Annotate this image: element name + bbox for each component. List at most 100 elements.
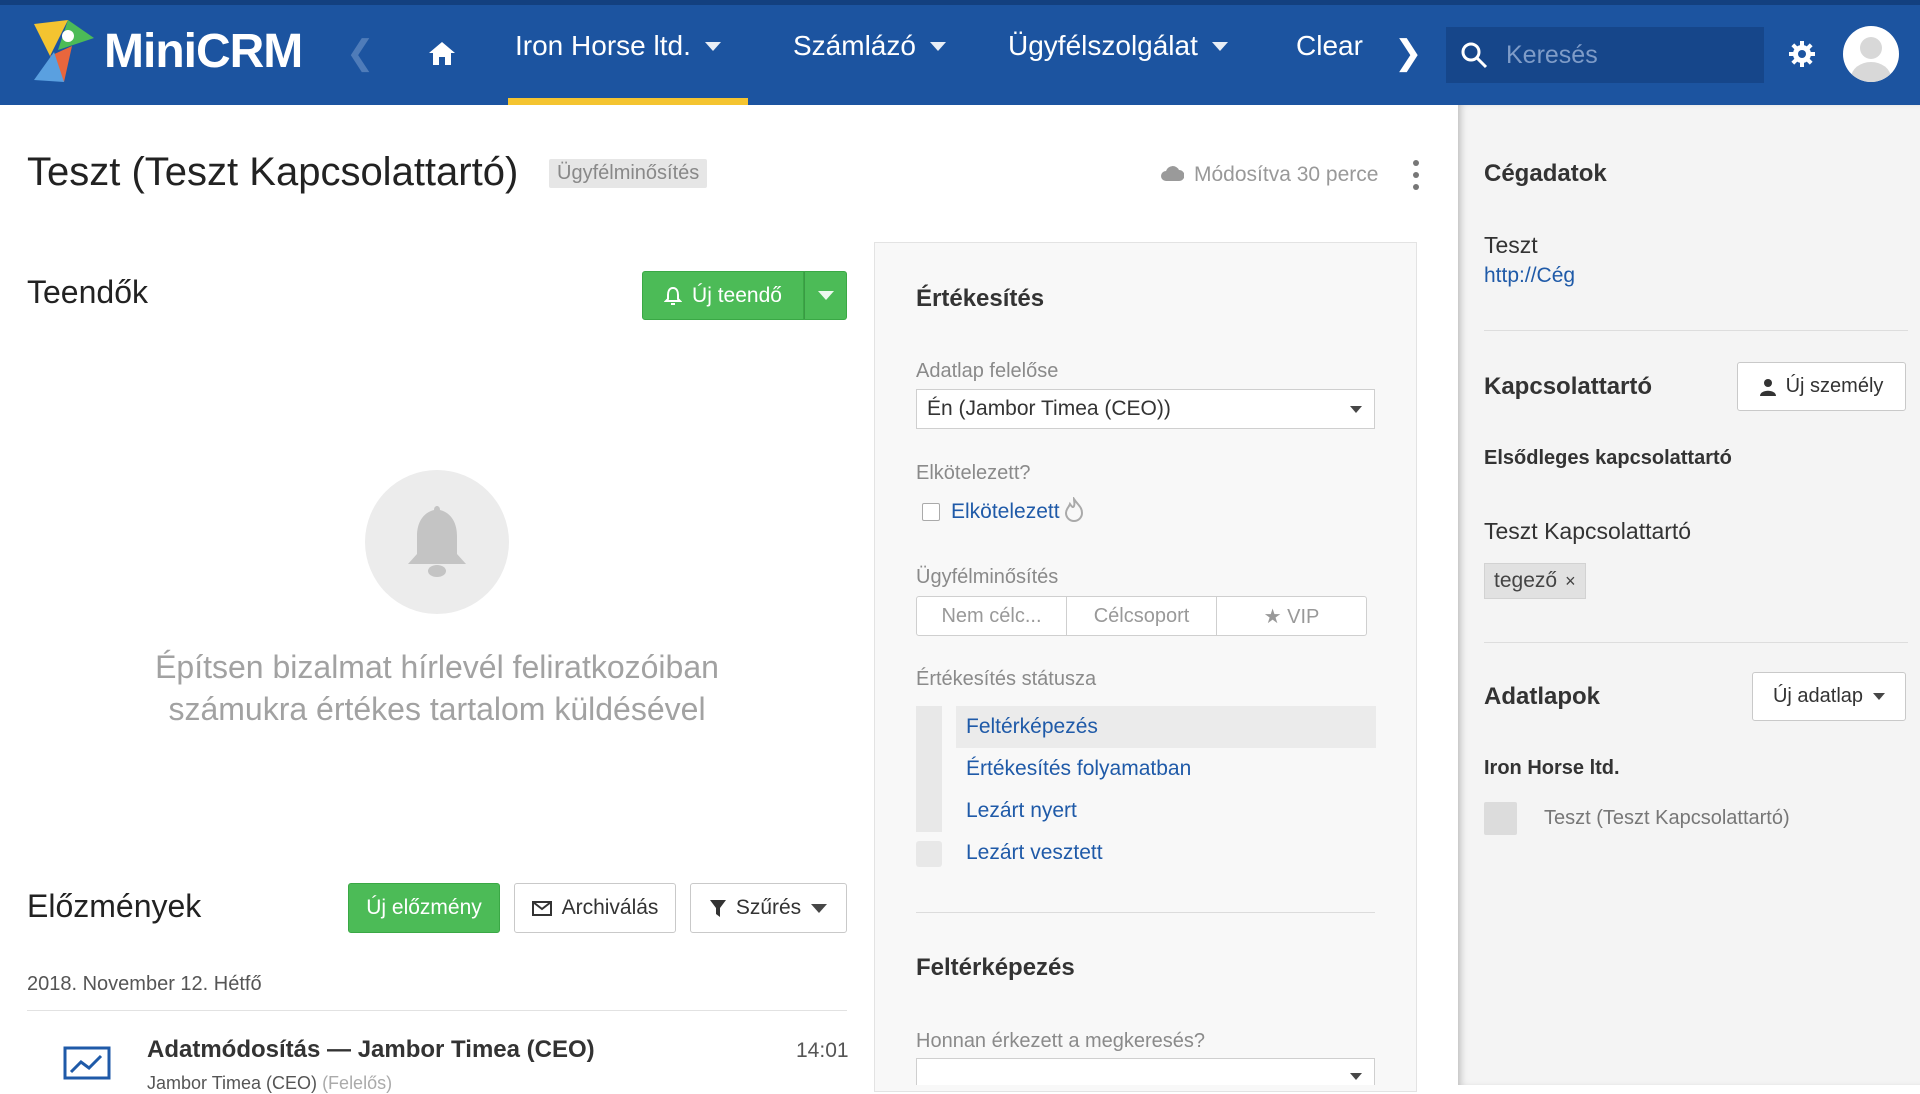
chevron-down-icon	[1211, 41, 1228, 51]
owner-select-value: Én (Jambor Timea (CEO))	[927, 397, 1171, 420]
new-todo-button[interactable]: Új teendő	[642, 271, 804, 320]
status-label-0: Feltérképezés	[966, 715, 1098, 738]
bell-icon	[664, 286, 683, 305]
sidebar-divider-2	[1484, 642, 1908, 643]
nav-item-label: Clear	[1296, 30, 1363, 61]
rating-segmented-control: Nem célc... Célcsoport ★ VIP	[916, 596, 1367, 636]
nav-item-iron-horse[interactable]: Iron Horse ltd.	[515, 30, 721, 62]
committed-checkbox-label[interactable]: Elkötelezett	[951, 500, 1060, 524]
contact-tag-label: tegező	[1494, 569, 1558, 592]
status-step-end	[916, 841, 942, 867]
history-date: 2018. November 12. Hétfő	[27, 973, 262, 995]
contact-title: Kapcsolattartó	[1484, 373, 1653, 400]
history-entry-role: (Felelős)	[322, 1073, 393, 1093]
status-steps-bar	[916, 706, 942, 832]
user-silhouette-icon	[1851, 37, 1891, 82]
committed-label: Elkötelezett?	[916, 462, 1031, 484]
chart-presentation-icon	[63, 1046, 111, 1080]
company-name: Teszt	[1484, 232, 1538, 258]
chevron-down-icon	[1350, 1073, 1362, 1080]
new-todo-label: Új teendő	[692, 283, 782, 307]
chevron-down-icon	[817, 291, 834, 300]
nav-item-clear[interactable]: Clear	[1296, 30, 1363, 62]
status-label-1: Értékesítés folyamatban	[966, 757, 1192, 780]
envelope-icon	[531, 900, 552, 916]
source-select[interactable]	[916, 1058, 1375, 1085]
committed-checkbox[interactable]	[922, 503, 940, 521]
filter-button[interactable]: Szűrés	[690, 883, 847, 933]
rating-label: Ügyfélminősítés	[916, 566, 1059, 588]
exploration-title: Feltérképezés	[916, 954, 1075, 981]
sales-divider	[916, 912, 1375, 913]
logo-text[interactable]: MiniCRM	[104, 24, 303, 79]
owner-label: Adatlap felelőse	[916, 360, 1059, 382]
status-option-feltérképezés[interactable]: Feltérképezés	[956, 706, 1376, 748]
new-history-button[interactable]: Új előzmény	[348, 883, 500, 933]
active-nav-indicator	[508, 98, 748, 105]
rating-option-vip[interactable]: ★ VIP	[1217, 597, 1366, 635]
filter-label: Szűrés	[735, 896, 802, 919]
chevron-down-icon	[929, 41, 946, 51]
contact-name[interactable]: Teszt Kapcsolattartó	[1484, 518, 1691, 545]
history-entry-person: Jambor Timea (CEO)	[147, 1073, 318, 1093]
nav-item-label: Számlázó	[793, 30, 916, 61]
rating-option-not-target[interactable]: Nem célc...	[917, 597, 1067, 635]
nav-item-ugyfelszolgalat[interactable]: Ügyfélszolgálat	[1008, 30, 1228, 62]
company-title: Cégadatok	[1484, 160, 1607, 187]
empty-state-line1: Építsen bizalmat hírlevél feliratkozóiba…	[155, 649, 719, 685]
archive-button[interactable]: Archiválás	[514, 883, 676, 933]
status-label: Értékesítés státusza	[916, 668, 1097, 690]
page-title: Teszt (Teszt Kapcsolattartó)	[27, 150, 519, 194]
source-label: Honnan érkezett a megkeresés?	[916, 1030, 1206, 1052]
history-entry-title[interactable]: Adatmódosítás — Jambor Timea (CEO)	[147, 1036, 595, 1064]
chevron-down-icon	[1350, 406, 1362, 413]
history-title: Előzmények	[27, 888, 202, 924]
nav-scroll-right-icon[interactable]: ❯	[1394, 36, 1423, 70]
primary-contact-label: Elsődleges kapcsolattartó	[1484, 447, 1732, 469]
title-badge[interactable]: Ügyfélminősítés	[549, 159, 708, 188]
flame-icon	[1064, 497, 1084, 522]
sheets-title: Adatlapok	[1484, 683, 1601, 710]
empty-state-bell	[365, 470, 509, 614]
bell-icon	[408, 506, 466, 577]
gear-icon[interactable]	[1788, 40, 1816, 68]
status-option-in-progress[interactable]: Értékesítés folyamatban	[956, 748, 1376, 790]
home-icon[interactable]	[428, 40, 456, 66]
status-label-3: Lezárt vesztett	[966, 841, 1103, 864]
search-icon	[1461, 42, 1488, 69]
sheet-item-label[interactable]: Teszt (Teszt Kapcsolattartó)	[1544, 807, 1790, 830]
filter-icon	[709, 899, 726, 917]
modified-status: Módosítva 30 perce	[1194, 163, 1379, 186]
person-icon	[1759, 378, 1776, 396]
top-navbar: MiniCRM ❮ Iron Horse ltd. Számlázó Ügyfé…	[0, 0, 1920, 105]
status-option-lost[interactable]: Lezárt vesztett	[956, 832, 1376, 874]
archive-label: Archiválás	[561, 896, 659, 919]
new-person-button[interactable]: Új személy	[1737, 362, 1906, 411]
chevron-down-icon	[704, 41, 721, 51]
company-url-link[interactable]: http://Cég	[1484, 264, 1575, 288]
minicrm-logo-icon[interactable]	[28, 16, 98, 86]
new-sheet-button[interactable]: Új adatlap	[1752, 672, 1906, 721]
user-avatar[interactable]	[1843, 26, 1899, 82]
remove-tag-icon[interactable]: ×	[1565, 571, 1576, 592]
nav-item-label: Ügyfélszolgálat	[1008, 30, 1198, 61]
new-person-label: Új személy	[1785, 375, 1884, 397]
sheet-company: Iron Horse ltd.	[1484, 757, 1620, 779]
more-options-icon[interactable]	[1412, 160, 1420, 190]
new-todo-dropdown-button[interactable]	[804, 271, 847, 320]
search-input[interactable]	[1506, 40, 1746, 70]
history-entry-sub: Jambor Timea (CEO) (Felelős)	[147, 1073, 392, 1094]
todos-title: Teendők	[27, 274, 148, 310]
nav-scroll-left-icon[interactable]: ❮	[346, 36, 375, 70]
empty-state-line2: számukra értékes tartalom küldésével	[168, 691, 706, 727]
search-box[interactable]	[1446, 27, 1764, 83]
sheet-item-checkbox[interactable]	[1484, 802, 1517, 835]
status-option-won[interactable]: Lezárt nyert	[956, 790, 1376, 832]
empty-state-text: Építsen bizalmat hírlevél feliratkozóiba…	[27, 646, 847, 730]
cloud-icon	[1161, 166, 1184, 181]
nav-item-szamlazo[interactable]: Számlázó	[793, 30, 946, 62]
history-divider	[27, 1010, 847, 1011]
rating-option-target[interactable]: Célcsoport	[1067, 597, 1217, 635]
sales-title: Értékesítés	[916, 285, 1045, 312]
owner-select[interactable]: Én (Jambor Timea (CEO))	[916, 389, 1375, 429]
